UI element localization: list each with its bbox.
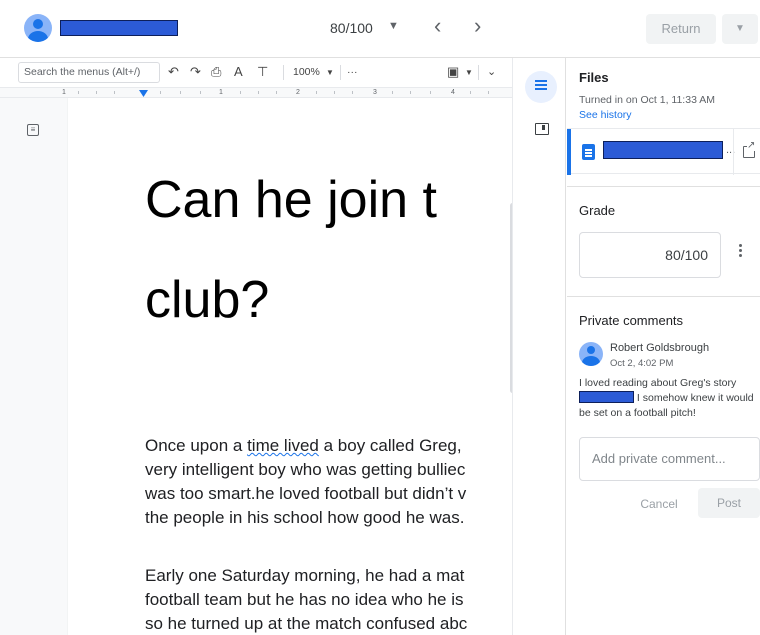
toolbar-divider (478, 65, 479, 80)
print-icon[interactable]: ⎙ (211, 64, 221, 80)
ruler-tick (160, 91, 161, 94)
text-run: Once upon a (145, 436, 248, 455)
indent-marker[interactable] (139, 90, 148, 97)
document-area: ≡ Can he join t club? Once upon a time l… (0, 98, 512, 635)
grade-selector[interactable]: 80/100 (330, 20, 373, 36)
ruler-tick (430, 91, 431, 94)
document-toolbar: Search the menus (Alt+/) ↶ ↷ ⎙ A ⊤ 100% … (0, 58, 512, 88)
document-title-line: club? (145, 271, 270, 329)
image-edit-icon[interactable]: ▣ (447, 64, 459, 80)
paragraph-line: Once upon a time lived a boy called Greg… (145, 434, 512, 458)
post-button[interactable]: Post (698, 488, 760, 518)
paragraph-line: very intelligent boy who was getting bul… (145, 460, 466, 479)
ruler-number: 4 (451, 89, 455, 96)
comment-text: I loved reading about Greg's story I som… (579, 376, 760, 421)
ruler-tick (392, 91, 393, 94)
ruler-tick (488, 91, 489, 94)
paragraph-line: so he turned up at the match confused ab… (145, 614, 468, 633)
ruler-tick (316, 91, 317, 94)
ruler-tick (200, 91, 201, 94)
files-panel-button[interactable] (525, 71, 557, 103)
files-heading: Files (579, 70, 609, 85)
ruler-tick (470, 91, 471, 94)
student-name-redaction (60, 20, 178, 36)
comment-text-part: I loved reading about Greg's story (579, 377, 737, 389)
side-icon-rail (512, 58, 566, 635)
ruler-tick (114, 91, 115, 94)
paragraph-line: Early one Saturday morning, he had a mat (145, 566, 465, 585)
grader-top-bar: 80/100 ▼ ‹ › Return ▼ (0, 0, 760, 58)
section-divider (567, 186, 760, 187)
comment-icon[interactable] (535, 123, 549, 135)
image-caret-icon[interactable]: ▼ (465, 66, 473, 80)
undo-icon[interactable]: ↶ (168, 64, 179, 80)
private-comments-heading: Private comments (579, 313, 684, 328)
ruler-tick (352, 91, 353, 94)
zoom-selector[interactable]: 100% (293, 65, 320, 79)
caret-down-icon[interactable]: ▼ (388, 20, 399, 32)
doc-file-icon (582, 144, 595, 160)
chevron-right-icon[interactable]: › (474, 15, 481, 37)
paragraph-line: football team but he has no idea who he … (145, 590, 464, 609)
zoom-caret-icon[interactable]: ▼ (326, 66, 334, 80)
ruler-tick (180, 91, 181, 94)
document-outline-icon[interactable]: ≡ (27, 124, 39, 136)
ruler-number: 1 (219, 89, 223, 96)
ruler-tick (334, 91, 335, 94)
redo-icon[interactable]: ↷ (190, 64, 201, 80)
see-history-link[interactable]: See history (579, 109, 632, 121)
ruler-tick (276, 91, 277, 94)
toolbar-divider (340, 65, 341, 80)
menu-search-input[interactable]: Search the menus (Alt+/) (18, 62, 160, 83)
side-panel: Files Turned in on Oct 1, 11:33 AM See h… (567, 58, 760, 635)
paint-format-icon[interactable]: ⊤ (257, 64, 268, 80)
commenter-avatar (579, 342, 603, 366)
ruler-tick (258, 91, 259, 94)
chevron-down-icon[interactable]: ⌄ (487, 64, 496, 80)
section-divider (567, 296, 760, 297)
paragraph-line: was too smart.he loved football but didn… (145, 484, 467, 503)
private-comment-input[interactable]: Add private comment... (579, 437, 760, 481)
spellcheck-icon[interactable]: A (234, 64, 243, 80)
toolbar-divider (283, 65, 284, 80)
ruler-tick (410, 91, 411, 94)
ruler-tick (240, 91, 241, 94)
attached-file-card[interactable]: ... (567, 128, 760, 175)
ruler: 1 1 2 3 4 (0, 88, 512, 98)
comment-author: Robert Goldsbrough (610, 342, 710, 354)
document-title-line: Can he join t (145, 171, 437, 229)
ruler-number: 3 (373, 89, 377, 96)
cancel-button[interactable]: Cancel (629, 490, 689, 518)
chevron-left-icon[interactable]: ‹ (434, 15, 441, 37)
turned-in-status: Turned in on Oct 1, 11:33 AM (579, 94, 715, 106)
text-run: a boy called Greg, (318, 436, 462, 455)
grade-input[interactable]: 80/100 (579, 232, 721, 278)
comment-redaction (579, 391, 634, 403)
files-icon (535, 80, 547, 93)
open-in-new-icon[interactable] (733, 129, 760, 175)
more-vert-icon[interactable] (739, 244, 742, 258)
ruler-tick (96, 91, 97, 94)
ruler-number: 1 (62, 89, 66, 96)
selected-accent-bar (567, 129, 571, 175)
comment-timestamp: Oct 2, 4:02 PM (610, 358, 674, 369)
document-page[interactable]: Can he join t club? Once upon a time liv… (68, 98, 512, 635)
return-button[interactable]: Return (646, 14, 716, 44)
ruler-tick (78, 91, 79, 94)
more-icon[interactable]: ··· (347, 65, 358, 79)
file-name-redaction (603, 141, 723, 159)
ruler-number: 2 (296, 89, 300, 96)
grade-heading: Grade (579, 203, 616, 218)
student-avatar[interactable] (24, 14, 52, 42)
paragraph-line: the people in his school how good he was… (145, 508, 465, 527)
spellcheck-flagged-text[interactable]: time lived (247, 436, 319, 455)
return-menu-dropdown-icon[interactable]: ▼ (722, 14, 758, 44)
